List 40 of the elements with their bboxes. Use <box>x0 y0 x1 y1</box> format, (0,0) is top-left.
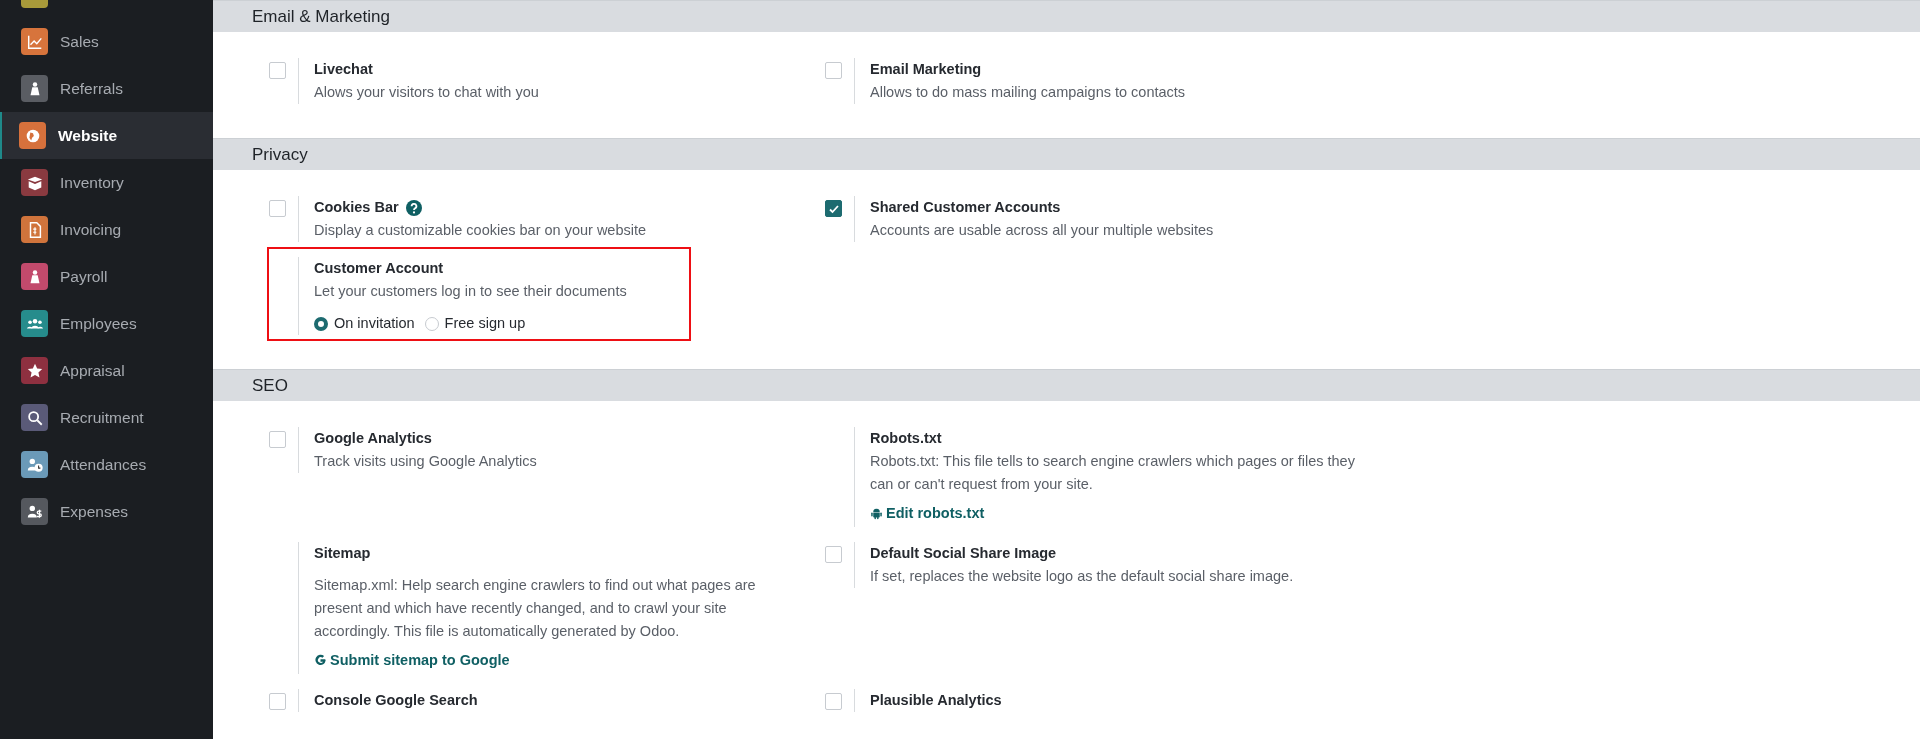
setting-title: Customer Account <box>314 259 444 278</box>
setting-title: Robots.txt <box>870 429 942 448</box>
setting-description: Sitemap.xml: Help search engine crawlers to find out what pages are present and which have recently changed, and to crawl your site accordingly. This file is automatically generated by Odoo. <box>314 576 757 641</box>
sidebar-item[interactable]: Attendances <box>0 441 213 488</box>
sidebar-item[interactable]: Recruitment <box>0 394 213 441</box>
setting-description: Display a customizable cookies bar on your website <box>314 221 647 240</box>
setting-title: Google Analytics <box>314 429 432 448</box>
setting-link[interactable]: Edit robots.txt <box>870 502 985 525</box>
sidebar-item[interactable]: Referrals <box>0 65 213 112</box>
sidebar-item[interactable]: Employees <box>0 300 213 347</box>
setting-description: Robots.txt: This file tells to search engine crawlers which pages or files they can or can't request from your site. <box>870 452 1355 494</box>
sidebar-item[interactable]: Appraisal <box>0 347 213 394</box>
sidebar-item[interactable]: Expenses <box>0 488 213 535</box>
setting-description: Accounts are usable across all your multiple websites <box>870 221 1214 240</box>
radio-label: Free sign up <box>444 314 526 333</box>
setting-title: Default Social Share Image <box>870 544 1057 563</box>
sidebar-item[interactable]: Inventory <box>0 159 213 206</box>
setting-title: Plausible Analytics <box>870 691 1002 710</box>
setting-description: Track visits using Google Analytics <box>314 452 537 471</box>
setting-description: If set, replaces the website logo as the default social share image. <box>870 567 1294 586</box>
sidebar-item[interactable]: Payroll <box>0 253 213 300</box>
setting-title: Email Marketing <box>870 60 982 79</box>
section-title: Privacy <box>252 144 308 165</box>
radio-option[interactable]: On invitation <box>314 312 415 335</box>
setting-title: Cookies Bar <box>314 198 399 217</box>
setting-description: Let your customers log in to see their documents <box>314 282 627 301</box>
section-title: Email & Marketing <box>252 6 390 27</box>
sidebar-item[interactable]: Website <box>0 112 213 159</box>
section-title: SEO <box>252 375 288 396</box>
setting-title: Console Google Search <box>314 691 478 710</box>
setting-title: Livechat <box>314 60 373 79</box>
sidebar-item[interactable]: Sales <box>0 18 213 65</box>
setting-description: Alows your visitors to chat with you <box>314 83 539 102</box>
radio-option[interactable]: Free sign up <box>424 312 526 335</box>
setting-description: Allows to do mass mailing campaigns to contacts <box>870 83 1186 102</box>
setting-title: Sitemap <box>314 544 371 563</box>
setting-title: Shared Customer Accounts <box>870 198 1061 217</box>
radio-label: On invitation <box>334 314 415 333</box>
sidebar-item[interactable]: Invoicing <box>0 206 213 253</box>
setting-link[interactable]: Submit sitemap to Google <box>314 649 510 672</box>
